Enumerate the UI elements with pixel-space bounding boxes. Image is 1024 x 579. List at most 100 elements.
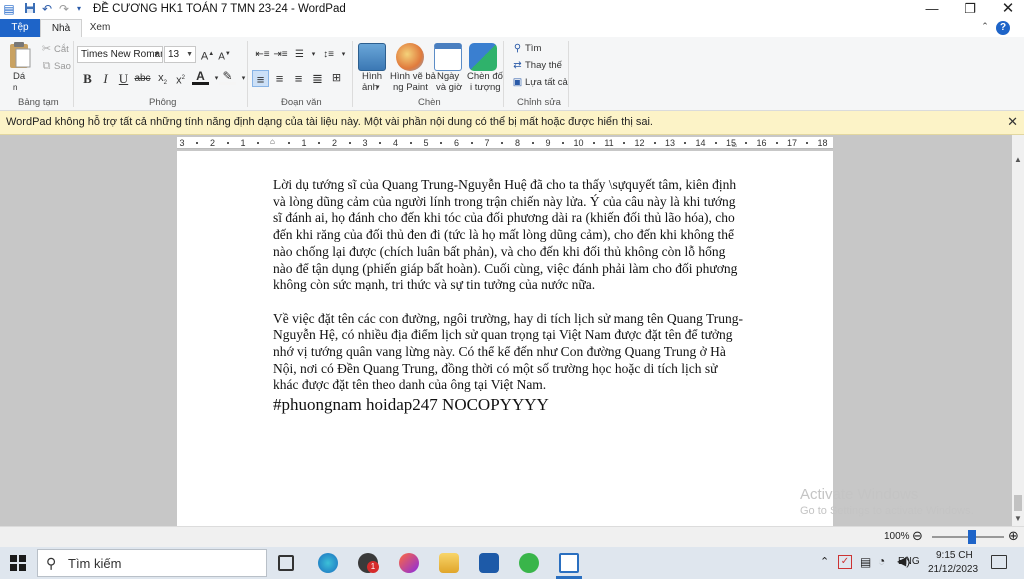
app-icon[interactable] [519, 553, 539, 573]
left-indent-marker[interactable]: ⌂ [270, 137, 275, 146]
document-text[interactable]: Lời dụ tướng sĩ của Quang Trung-Nguyễn H… [273, 177, 743, 415]
wifi-icon[interactable]: ◔ [878, 554, 885, 568]
browser-icon[interactable] [399, 553, 419, 573]
tab-file[interactable]: Tệp [0, 19, 40, 37]
security-icon[interactable]: ✓ [838, 555, 852, 569]
align-right-icon[interactable]: ≡ [290, 70, 307, 87]
ribbon-tabs: Tệp Nhà Xem ⌃ ? [0, 19, 1024, 37]
clock-time[interactable]: 9:15 CH [936, 550, 973, 561]
close-button[interactable]: ✕ [988, 0, 1024, 19]
scroll-thumb[interactable] [1014, 495, 1022, 511]
cut-icon[interactable]: ✂ [38, 41, 55, 58]
scroll-down-icon[interactable]: ▼ [1014, 514, 1022, 524]
underline-icon[interactable]: U [115, 70, 132, 87]
help-icon[interactable]: ? [996, 21, 1010, 35]
chevron-down-icon[interactable]: ▾ [335, 46, 352, 63]
minimize-button[interactable]: — [912, 0, 952, 19]
font-color-icon[interactable]: A [192, 69, 209, 85]
zoom-in-icon[interactable]: ⊕ [1008, 528, 1019, 544]
ruler-tick-label: 1 [240, 138, 246, 148]
paste-icon[interactable] [8, 41, 32, 71]
strikethrough-icon[interactable]: abc [134, 70, 151, 87]
ruler-tick-label: 6 [453, 138, 460, 148]
grow-font-icon[interactable]: A▲ [199, 46, 216, 63]
font-size-select[interactable]: 13 ▼ [164, 46, 196, 63]
picture-label-1[interactable]: Hình [362, 71, 382, 82]
paragraph[interactable]: Lời dụ tướng sĩ của Quang Trung-Nguyễn H… [273, 177, 743, 294]
superscript-icon[interactable]: x2 [172, 70, 189, 87]
copy-label[interactable]: Sao [54, 61, 71, 72]
date-time-icon[interactable] [434, 43, 462, 71]
edge-browser-icon[interactable] [318, 553, 338, 573]
collapse-ribbon-icon[interactable]: ⌃ [978, 21, 992, 35]
ruler-dot [348, 142, 351, 144]
chevron-down-icon[interactable]: ▾ [235, 70, 252, 87]
ruler-tick-label: 3 [179, 138, 185, 148]
align-left-icon[interactable]: ≡ [252, 70, 269, 87]
wordpad-taskbar-icon[interactable] [559, 553, 579, 573]
save-icon[interactable] [23, 2, 37, 16]
chevron-down-icon[interactable]: ▾ [376, 82, 380, 93]
align-center-icon[interactable]: ≡ [271, 70, 288, 87]
paint-label-1[interactable]: Hình vẽ bả [390, 71, 436, 82]
bold-icon[interactable]: B [79, 70, 96, 87]
italic-icon[interactable]: I [97, 70, 114, 87]
copy-icon[interactable]: ⧉ [38, 58, 55, 75]
notification-center-icon[interactable] [991, 555, 1007, 569]
start-button[interactable] [10, 555, 26, 571]
zoom-slider[interactable] [932, 530, 1004, 544]
shrink-font-icon[interactable]: A▼ [216, 46, 233, 63]
paragraph[interactable]: Về việc đặt tên các con đường, ngôi trườ… [273, 311, 743, 395]
zoom-slider-thumb[interactable] [968, 530, 976, 544]
replace-icon[interactable]: ⇄ [509, 57, 526, 74]
document-page[interactable]: Lời dụ tướng sĩ của Quang Trung-Nguyễn H… [177, 151, 833, 526]
paste-label[interactable]: Dá [13, 71, 25, 82]
file-explorer-icon[interactable] [439, 553, 459, 573]
subscript-icon[interactable]: x2 [154, 70, 171, 87]
tab-home[interactable]: Nhà [40, 19, 82, 37]
undo-icon[interactable]: ↶ [40, 2, 54, 16]
replace-label[interactable]: Thay thế [525, 60, 562, 71]
justify-icon[interactable]: ≣ [309, 70, 326, 87]
increase-indent-icon[interactable]: ⇥≡ [272, 46, 289, 63]
close-icon[interactable]: ✕ [1007, 114, 1018, 130]
wordpad-app-icon[interactable]: ▤ [2, 2, 16, 16]
highlight-color-icon[interactable]: ✎ [219, 69, 236, 85]
customize-quick-access-icon[interactable]: ▾ [72, 2, 86, 16]
language-indicator[interactable]: ENG [898, 556, 920, 567]
right-indent-marker[interactable]: ⌂ [732, 140, 737, 149]
watermark-title: Activate Windows [800, 486, 919, 503]
zoom-out-icon[interactable]: ⊖ [912, 528, 923, 544]
picture-icon[interactable] [358, 43, 386, 71]
paste-dropdown-label[interactable]: n [13, 82, 17, 93]
find-label[interactable]: Tìm [525, 43, 541, 54]
redo-icon[interactable]: ↷ [57, 2, 71, 16]
decrease-indent-icon[interactable]: ⇤≡ [254, 46, 271, 63]
maximize-button[interactable]: ❐ [950, 0, 990, 19]
paragraph-settings-icon[interactable]: ⊞ [328, 70, 345, 87]
paint-label-2[interactable]: ng Paint [393, 82, 428, 93]
insert-object-label-1[interactable]: Chèn đố [467, 71, 503, 82]
task-view-icon[interactable] [278, 555, 294, 571]
date-time-label-1[interactable]: Ngày [437, 71, 459, 82]
scroll-up-icon[interactable]: ▲ [1014, 155, 1022, 165]
select-all-icon[interactable]: ▣ [509, 74, 526, 91]
network-icon[interactable]: ▤ [860, 555, 871, 569]
clock-date[interactable]: 21/12/2023 [928, 564, 978, 575]
store-icon[interactable] [479, 553, 499, 573]
insert-object-icon[interactable] [469, 43, 497, 71]
paint-drawing-icon[interactable] [396, 43, 424, 71]
insert-object-label-2[interactable]: i tượng [470, 82, 501, 93]
cut-label[interactable]: Cắt [54, 44, 69, 55]
horizontal-ruler[interactable]: 3 2 1 1 2 3 4 5 6 7 8 9 10 11 12 13 14 15 16 17 18 ⌂ ⌂ [177, 137, 833, 149]
show-hidden-icons[interactable]: ⌃ [820, 555, 829, 568]
font-family-select[interactable]: Times New Roman ▼ [77, 46, 163, 63]
tab-view[interactable]: Xem [82, 19, 118, 37]
hashtag-line[interactable]: #phuongnam hoidap247 NOCOPYYYY [273, 395, 743, 415]
vertical-scrollbar[interactable]: ▲ ▼ [1012, 135, 1024, 526]
binoculars-icon[interactable]: ⚲ [509, 40, 526, 57]
search-icon: ⚲ [46, 555, 57, 571]
taskbar-search-box[interactable]: ⚲ Tìm kiếm [37, 549, 267, 577]
date-time-label-2[interactable]: và giờ [436, 82, 462, 93]
select-all-label[interactable]: Lựa tất cả [525, 77, 568, 88]
